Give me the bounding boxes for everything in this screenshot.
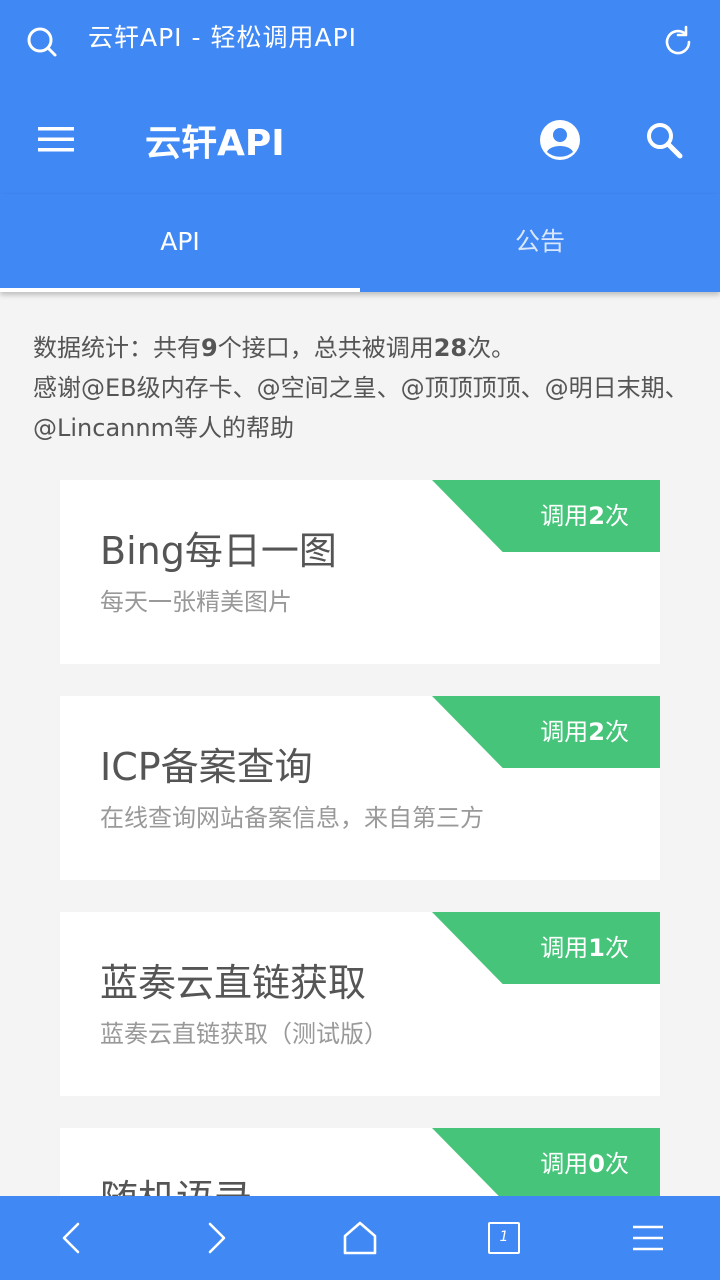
api-card-icp[interactable]: 调用2次 ICP备案查询 在线查询网站备案信息，来自第三方 bbox=[60, 696, 660, 880]
api-card-bing[interactable]: 调用2次 Bing每日一图 每天一张精美图片 bbox=[60, 480, 660, 664]
card-title: ICP备案查询 bbox=[100, 745, 313, 789]
card-description: 在线查询网站备案信息，来自第三方 bbox=[100, 804, 484, 832]
refresh-icon[interactable] bbox=[658, 22, 698, 62]
card-description: 蓝奏云直链获取（测试版） bbox=[100, 1020, 388, 1048]
back-icon[interactable] bbox=[50, 1216, 94, 1260]
card-title: 蓝奏云直链获取 bbox=[100, 961, 367, 1005]
tab-announcement[interactable]: 公告 bbox=[360, 194, 720, 292]
menu-icon[interactable] bbox=[626, 1216, 670, 1260]
app-title: 云轩API bbox=[145, 123, 285, 164]
hamburger-menu-icon[interactable] bbox=[32, 115, 80, 163]
tab-count: 1 bbox=[499, 1229, 509, 1245]
tab-bar: API 公告 bbox=[0, 194, 720, 292]
home-icon[interactable] bbox=[338, 1216, 382, 1260]
app-header: 云轩API bbox=[0, 84, 720, 194]
api-card-lanzou[interactable]: 调用1次 蓝奏云直链获取 蓝奏云直链获取（测试版） bbox=[60, 912, 660, 1096]
search-icon[interactable] bbox=[640, 116, 688, 164]
card-description: 每天一张精美图片 bbox=[100, 588, 292, 616]
tab-api[interactable]: API bbox=[0, 194, 360, 292]
stats-prefix: 数据统计：共有 bbox=[33, 334, 201, 362]
account-circle-icon[interactable] bbox=[536, 116, 584, 164]
stats-summary: 数据统计：共有9个接口，总共被调用28次。 感谢@EB级内存卡、@空间之皇、@顶… bbox=[33, 328, 693, 448]
total-calls: 28 bbox=[433, 334, 468, 362]
search-icon[interactable] bbox=[22, 22, 62, 62]
browser-toolbar: 云轩API - 轻松调用API bbox=[0, 0, 720, 84]
browser-bottom-bar: 1 bbox=[0, 1196, 720, 1280]
call-count-badge: 调用2次 bbox=[540, 718, 629, 746]
stats-middle: 个接口，总共被调用 bbox=[217, 334, 434, 362]
thanks-text: 感谢@EB级内存卡、@空间之皇、@顶顶顶顶、@明日末期、@Lincannm等人的… bbox=[33, 374, 689, 442]
card-title: Bing每日一图 bbox=[100, 529, 337, 573]
stats-suffix: 次。 bbox=[467, 334, 516, 362]
call-count-badge: 调用0次 bbox=[540, 1150, 629, 1178]
call-count-badge: 调用2次 bbox=[540, 502, 629, 530]
call-count-badge: 调用1次 bbox=[540, 934, 629, 962]
api-count: 9 bbox=[201, 334, 218, 362]
active-tab-indicator bbox=[0, 288, 360, 292]
forward-icon[interactable] bbox=[194, 1216, 238, 1260]
browser-page-title: 云轩API - 轻松调用API bbox=[88, 23, 358, 52]
tabs-icon[interactable]: 1 bbox=[488, 1222, 520, 1254]
